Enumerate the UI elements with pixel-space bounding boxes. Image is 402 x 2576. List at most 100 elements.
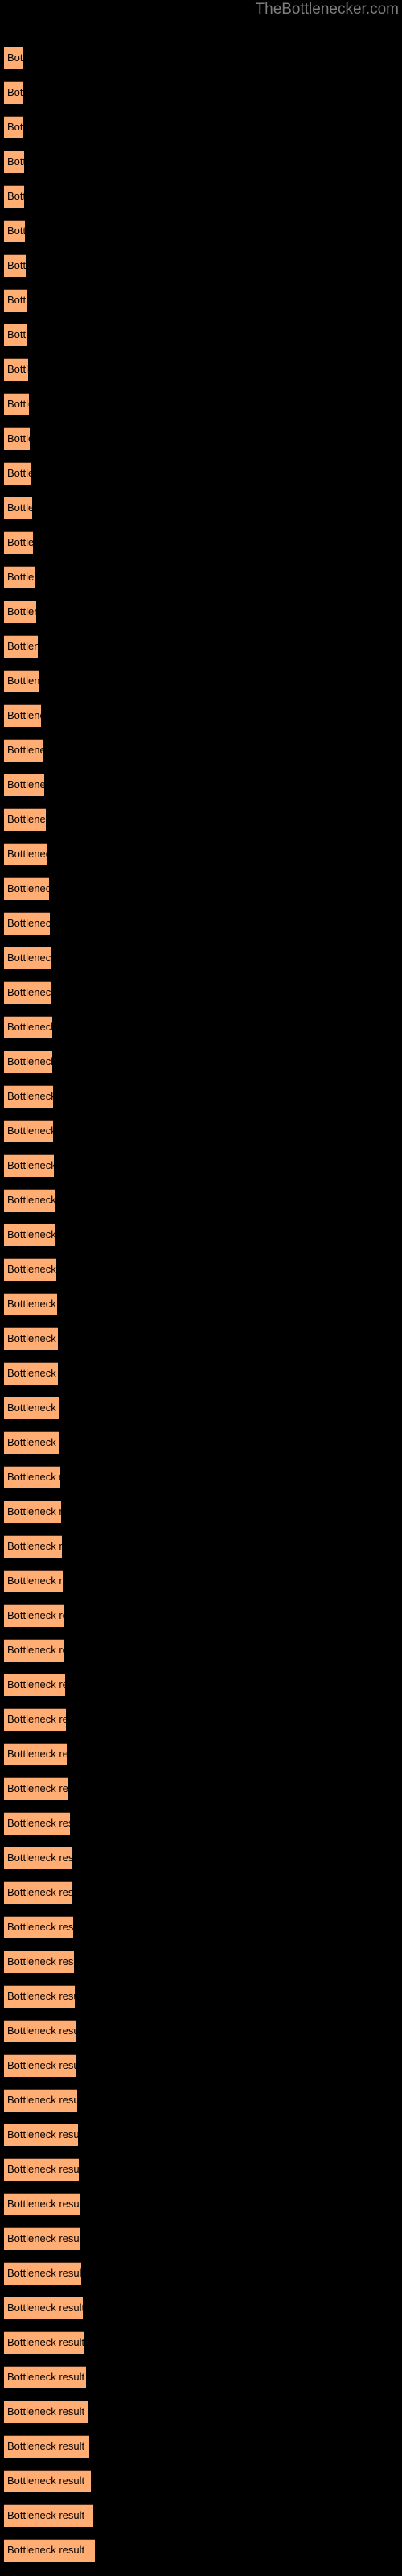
bar-clip-mask bbox=[77, 2089, 402, 2112]
bar-clip-mask bbox=[23, 81, 402, 104]
bar-clip-mask bbox=[74, 1951, 402, 1973]
bar-row: Bottleneck result bbox=[0, 427, 402, 450]
bar-clip-mask bbox=[86, 2366, 402, 2388]
bar-row: Bottleneck result bbox=[0, 1016, 402, 1038]
bar-row: Bottleneck result bbox=[0, 1916, 402, 1938]
bar-clip-mask bbox=[59, 1431, 402, 1454]
bar-row: Bottleneck result bbox=[0, 2124, 402, 2146]
bar-row: Bottleneck result bbox=[0, 1847, 402, 1869]
bar-clip-mask bbox=[88, 2401, 402, 2423]
bar-row: Bottleneck result bbox=[0, 1362, 402, 1385]
bar-clip-mask bbox=[27, 324, 402, 346]
bar-row: Bottleneck result bbox=[0, 1120, 402, 1142]
bar-row: Bottleneck result bbox=[0, 1189, 402, 1212]
bar-clip-mask bbox=[36, 601, 402, 623]
bar-row: Bottleneck result bbox=[0, 2435, 402, 2458]
bar-clip-mask bbox=[84, 2331, 402, 2354]
bar-row: Bottleneck result bbox=[0, 2262, 402, 2285]
bar-clip-mask bbox=[65, 1674, 402, 1696]
bar-clip-mask bbox=[24, 151, 402, 173]
bar-clip-mask bbox=[53, 1120, 402, 1142]
bar-clip-mask bbox=[79, 2158, 402, 2181]
bar-clip-mask bbox=[32, 497, 402, 519]
bar-row: Bottleneck result bbox=[0, 2297, 402, 2319]
bar-clip-mask bbox=[23, 47, 402, 69]
bar-row: Bottleneck result bbox=[0, 393, 402, 415]
bar-row: Bottleneck result bbox=[0, 2020, 402, 2042]
bar-clip-mask bbox=[72, 1847, 402, 1869]
bar-row: Bottleneck result bbox=[0, 1812, 402, 1835]
bar-row: Bottleneck result bbox=[0, 1674, 402, 1696]
bar-row: Bottleneck result bbox=[0, 2089, 402, 2112]
bar-clip-mask bbox=[60, 1466, 402, 1488]
bar-row: Bottleneck result bbox=[0, 1293, 402, 1315]
bar-row: Bottleneck result bbox=[0, 774, 402, 796]
bar-clip-mask bbox=[58, 1327, 402, 1350]
bar-row: Bottleneck result bbox=[0, 566, 402, 588]
bar-clip-mask bbox=[51, 981, 402, 1004]
bar-clip-mask bbox=[54, 1154, 402, 1177]
bar-row: Bottleneck result bbox=[0, 1881, 402, 1904]
bar-row: Bottleneck result bbox=[0, 877, 402, 900]
bar-clip-mask bbox=[64, 1639, 402, 1662]
bar-row: Bottleneck result bbox=[0, 324, 402, 346]
bar-row: Bottleneck result bbox=[0, 358, 402, 381]
bar-clip-mask bbox=[47, 843, 402, 865]
bar-row: Bottleneck result bbox=[0, 289, 402, 312]
bar-row: Bottleneck result bbox=[0, 739, 402, 762]
bar-row: Bottleneck result bbox=[0, 81, 402, 104]
bar-clip-mask bbox=[66, 1708, 402, 1731]
bar-clip-mask bbox=[25, 220, 402, 242]
bar-clip-mask bbox=[57, 1293, 402, 1315]
bar-row: Bottleneck result bbox=[0, 843, 402, 865]
bar-clip-mask bbox=[51, 947, 402, 969]
bar-clip-mask bbox=[83, 2297, 402, 2319]
bar-row: Bottleneck result bbox=[0, 1743, 402, 1765]
bar-row: Bottleneck result bbox=[0, 670, 402, 692]
bar-row: Bottleneck result bbox=[0, 497, 402, 519]
bar-clip-mask bbox=[72, 1881, 402, 1904]
bar-row: Bottleneck result bbox=[0, 1051, 402, 1073]
bar-clip-mask bbox=[29, 393, 402, 415]
bar-clip-mask bbox=[52, 1051, 402, 1073]
bar-row: Bottleneck result bbox=[0, 1431, 402, 1454]
bar-row: Bottleneck result bbox=[0, 2401, 402, 2423]
bar-row: Bottleneck result bbox=[0, 2366, 402, 2388]
bar-row: Bottleneck result bbox=[0, 1777, 402, 1800]
bars-container: Bottleneck result Bottleneck result Bottle… bbox=[0, 0, 402, 2576]
bar-clip-mask bbox=[41, 704, 402, 727]
bar-clip-mask bbox=[50, 912, 402, 935]
bar-clip-mask bbox=[55, 1224, 402, 1246]
bar-row: Bottleneck result bbox=[0, 2331, 402, 2354]
bar-row: Bottleneck result bbox=[0, 2504, 402, 2527]
bar-clip-mask bbox=[76, 2054, 402, 2077]
bar-row: Bottleneck result bbox=[0, 1224, 402, 1246]
bar-clip-mask bbox=[68, 1777, 402, 1800]
bar-clip-mask bbox=[63, 1570, 402, 1592]
bar-row: Bottleneck result bbox=[0, 947, 402, 969]
bar-clip-mask bbox=[58, 1362, 402, 1385]
bar-clip-mask bbox=[55, 1189, 402, 1212]
bar-clip-mask bbox=[46, 808, 402, 831]
bar-clip-mask bbox=[91, 2470, 402, 2492]
bar-clip-mask bbox=[61, 1501, 402, 1523]
bar-row: Bottleneck result bbox=[0, 1708, 402, 1731]
bar-clip-mask bbox=[49, 877, 402, 900]
bar-clip-mask bbox=[56, 1258, 402, 1281]
bar-clip-mask bbox=[30, 427, 402, 450]
bar-clip-mask bbox=[95, 2539, 402, 2562]
bar-clip-mask bbox=[67, 1743, 402, 1765]
bar-clip-mask bbox=[23, 116, 402, 138]
bar-chart: TheBottlenecker.com Bottleneck resultBot… bbox=[0, 0, 402, 2576]
bar-row: Bottleneck result bbox=[0, 47, 402, 69]
bar-clip-mask bbox=[75, 1985, 402, 2008]
bar-row: Bottleneck result bbox=[0, 912, 402, 935]
bar-row: Bottleneck result bbox=[0, 2227, 402, 2250]
bar-row: Bottleneck result bbox=[0, 1639, 402, 1662]
bar-clip-mask bbox=[81, 2262, 402, 2285]
bar-row: Bottleneck result bbox=[0, 1154, 402, 1177]
bar-row: Bottleneck result bbox=[0, 981, 402, 1004]
bar-clip-mask bbox=[93, 2504, 402, 2527]
bar-clip-mask bbox=[33, 531, 402, 554]
bar-clip-mask bbox=[80, 2227, 402, 2250]
